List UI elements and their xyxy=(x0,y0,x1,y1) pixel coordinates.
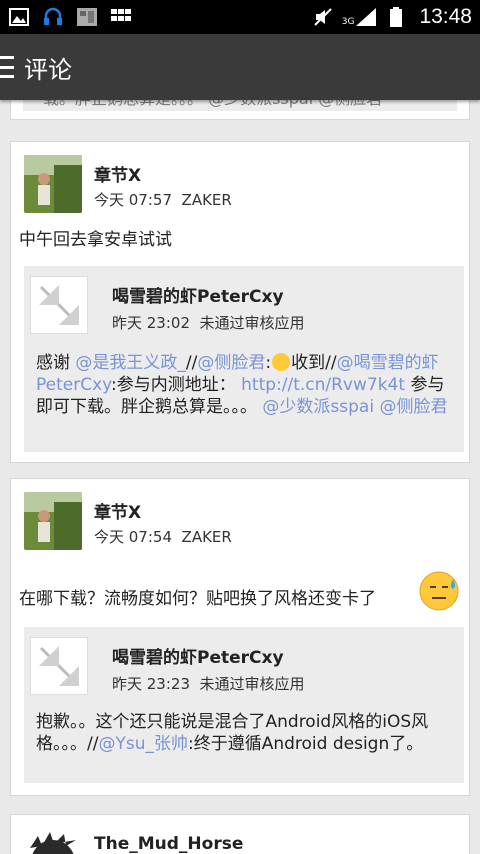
mention-link[interactable]: @侧脸君 xyxy=(379,397,447,417)
comment-list[interactable]: 载。胖企鹅总算是。。。 @少数派sspai @侧脸君 章节X 今天 07:57 … xyxy=(0,100,480,854)
zaker-icon xyxy=(76,7,98,27)
gallery-icon xyxy=(8,7,30,27)
headset-icon xyxy=(42,7,64,27)
avatar[interactable] xyxy=(24,492,82,550)
comment-card[interactable]: The_Mud_Horse xyxy=(10,814,470,854)
quoted-avatar[interactable] xyxy=(30,276,88,334)
smile-emoji-icon xyxy=(272,353,291,371)
quote-partial-text: 载。胖企鹅总算是。。。 @少数派sspai @侧脸君 xyxy=(43,100,382,109)
author-name[interactable]: 章节X xyxy=(94,161,141,186)
quoted-source: 未通过审核应用 xyxy=(199,314,305,332)
comment-source: ZAKER xyxy=(181,191,232,209)
text-segment: // xyxy=(185,353,198,373)
clock: 13:48 xyxy=(419,5,472,28)
action-bar: 评论 xyxy=(0,34,480,100)
mention-link[interactable]: @是我王义政_ xyxy=(75,353,186,373)
mention-link[interactable]: @少数派sspai xyxy=(262,397,374,417)
text-segment: 收到// xyxy=(291,353,337,373)
text-segment: :终于遵循Android design了。 xyxy=(187,734,424,754)
author-name[interactable]: The_Mud_Horse xyxy=(94,834,243,854)
quoted-meta: 昨天 23:23 未通过审核应用 xyxy=(112,673,305,694)
status-bar: 3G 13:48 xyxy=(0,0,480,34)
text-segment: 感谢 xyxy=(36,353,76,373)
signal-icon: 3G xyxy=(342,7,378,27)
sweat-emoji-icon xyxy=(419,569,461,615)
comment-source: ZAKER xyxy=(181,528,232,546)
comment-card-partial: 载。胖企鹅总算是。。。 @少数派sspai @侧脸君 xyxy=(10,100,470,120)
quoted-text: 抱歉。。这个还只能说是混合了Android风格的iOS风格。。。//@Ysu_张… xyxy=(36,711,436,755)
menu-icon[interactable] xyxy=(0,56,20,78)
avatar[interactable] xyxy=(24,155,82,213)
quoted-author[interactable]: 喝雪碧的虾PeterCxy xyxy=(112,643,284,668)
quoted-text: 感谢 @是我王义政_//@侧脸君: 收到//@喝雪碧的虾PeterCxy:参与内测… xyxy=(36,352,456,418)
comment-time: 今天 07:54 xyxy=(94,528,172,546)
link[interactable]: http://t.cn/Rvw7k4t xyxy=(241,375,405,395)
quoted-time: 昨天 23:02 xyxy=(112,314,190,332)
mention-link[interactable]: @Ysu_张帅 xyxy=(98,734,188,754)
text-segment: :参与内测地址： xyxy=(110,375,242,395)
avatar[interactable] xyxy=(24,828,82,854)
mention-link[interactable]: @侧脸君 xyxy=(197,353,265,373)
comment-meta: 今天 07:57 ZAKER xyxy=(94,189,232,210)
quote-partial: 载。胖企鹅总算是。。。 @少数派sspai @侧脸君 xyxy=(23,100,457,111)
mute-icon xyxy=(312,7,334,27)
text-segment: : xyxy=(265,353,272,373)
quoted-avatar[interactable] xyxy=(30,637,88,695)
quoted-source: 未通过审核应用 xyxy=(199,675,305,693)
quoted-time: 昨天 23:23 xyxy=(112,675,190,693)
quoted-post[interactable]: 喝雪碧的虾PeterCxy 昨天 23:23 未通过审核应用 抱歉。。这个还只能… xyxy=(24,627,464,783)
battery-icon xyxy=(385,7,407,27)
author-name[interactable]: 章节X xyxy=(94,498,141,523)
quoted-meta: 昨天 23:02 未通过审核应用 xyxy=(112,312,305,333)
comment-text-body: 在哪下载？流畅度如何？贴吧换了风格还变卡了 xyxy=(19,589,376,609)
comment-text: 中午回去拿安卓试试 xyxy=(19,230,172,250)
quoted-author[interactable]: 喝雪碧的虾PeterCxy xyxy=(112,282,284,307)
quoted-post[interactable]: 喝雪碧的虾PeterCxy 昨天 23:02 未通过审核应用 感谢 @是我王义政… xyxy=(24,266,464,452)
comment-card[interactable]: 章节X 今天 07:54 ZAKER 在哪下载？流畅度如何？贴吧换了风格还变卡了… xyxy=(10,478,470,796)
comment-time: 今天 07:57 xyxy=(94,191,172,209)
page-title: 评论 xyxy=(24,55,72,84)
comment-meta: 今天 07:54 ZAKER xyxy=(94,526,232,547)
comment-card[interactable]: 章节X 今天 07:57 ZAKER 中午回去拿安卓试试 喝雪碧的虾PeterC… xyxy=(10,141,470,463)
apps-grid-icon xyxy=(110,7,132,27)
comment-text: 在哪下载？流畅度如何？贴吧换了风格还变卡了 xyxy=(19,587,376,611)
network-type-label: 3G xyxy=(341,17,355,27)
